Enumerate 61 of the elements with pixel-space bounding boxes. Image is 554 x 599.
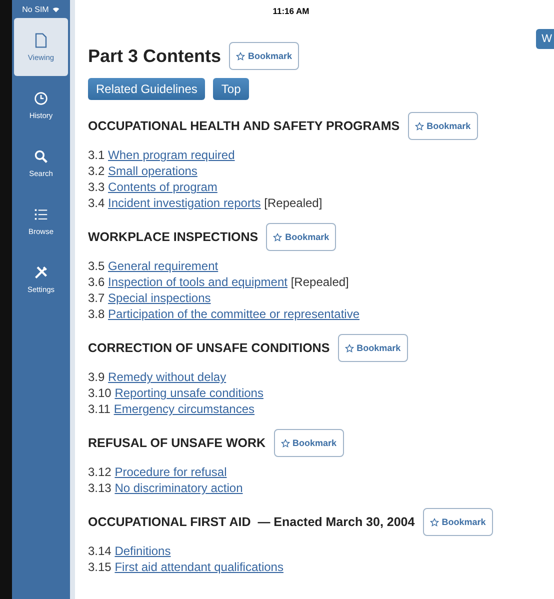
section-link[interactable]: Procedure for refusal bbox=[114, 465, 227, 479]
section-number: 3.12 bbox=[88, 465, 112, 479]
nav-button[interactable]: Related Guidelines bbox=[88, 78, 206, 100]
clock-icon bbox=[34, 90, 48, 106]
repealed-note: [Repealed] bbox=[264, 196, 322, 210]
section-link[interactable]: General requirement bbox=[108, 259, 218, 273]
section-link[interactable]: First aid attendant qualifications bbox=[114, 560, 284, 574]
section-link[interactable]: Participation of the committee or representative bbox=[108, 307, 360, 321]
star-icon bbox=[280, 438, 290, 448]
section-link[interactable]: Definitions bbox=[114, 544, 171, 558]
section-number: 3.9 bbox=[88, 370, 105, 384]
section-heading: OCCUPATIONAL HEALTH AND SAFETY PROGRAMS bbox=[88, 119, 400, 133]
section-link[interactable]: Reporting unsafe conditions bbox=[114, 386, 264, 400]
star-icon bbox=[273, 232, 282, 242]
section-number: 3.6 bbox=[88, 275, 105, 289]
corner-button[interactable]: W bbox=[536, 29, 554, 49]
nav-button[interactable]: Top bbox=[213, 78, 249, 100]
section-link[interactable]: Remedy without delay bbox=[108, 370, 226, 384]
document-icon bbox=[34, 32, 48, 48]
page-title: Part 3 Contents bbox=[88, 46, 222, 66]
section-link[interactable]: Emergency circumstances bbox=[114, 402, 255, 416]
section-number: 3.8 bbox=[88, 307, 105, 321]
star-icon bbox=[344, 344, 354, 352]
section-heading: WORKPLACE INSPECTIONS bbox=[88, 230, 258, 244]
section-link[interactable]: When program required bbox=[108, 148, 235, 162]
list-icon bbox=[34, 206, 48, 222]
bookmark-button[interactable]: Bookmark bbox=[408, 112, 478, 140]
section-heading: CORRECTION OF UNSAFE CONDITIONS bbox=[88, 341, 330, 355]
section-link[interactable]: No discriminatory action bbox=[114, 481, 243, 495]
star-icon bbox=[430, 518, 439, 526]
star-icon bbox=[236, 52, 246, 60]
section-link[interactable]: Contents of program bbox=[108, 180, 218, 194]
section-link[interactable]: Small operations bbox=[108, 164, 198, 178]
section-number: 3.5 bbox=[88, 259, 105, 273]
status-time: 11:16 AM bbox=[272, 5, 310, 18]
bookmark-button[interactable]: Bookmark bbox=[422, 508, 493, 536]
bookmark-button[interactable]: Bookmark bbox=[274, 429, 344, 457]
tools-icon bbox=[34, 264, 48, 280]
section-heading: REFUSAL OF UNSAFE WORK bbox=[88, 436, 266, 450]
section-link[interactable]: Inspection of tools and equipment bbox=[108, 275, 288, 289]
section-number: 3.13 bbox=[88, 481, 112, 495]
section-number: 3.1 bbox=[88, 148, 105, 162]
bookmark-button[interactable]: Bookmark bbox=[338, 334, 408, 362]
repealed-note: [Repealed] bbox=[290, 275, 349, 289]
bookmark-button[interactable]: Bookmark bbox=[266, 223, 336, 251]
section-number: 3.11 bbox=[88, 402, 110, 416]
section-number: 3.3 bbox=[88, 180, 105, 194]
star-icon bbox=[414, 122, 424, 130]
section-number: 3.15 bbox=[88, 560, 112, 574]
section-number: 3.10 bbox=[88, 386, 112, 400]
section-number: 3.14 bbox=[88, 544, 112, 558]
section-number: 3.7 bbox=[88, 291, 105, 305]
section-link[interactable]: Incident investigation reports bbox=[108, 196, 261, 210]
carrier-label: No SIM bbox=[22, 4, 49, 14]
section-number: 3.4 bbox=[88, 196, 105, 210]
section-link[interactable]: Special inspections bbox=[108, 291, 211, 305]
section-heading: OCCUPATIONAL FIRST AID — Enacted March 30, 2004 bbox=[88, 515, 415, 529]
wifi-icon bbox=[52, 6, 60, 12]
section-number: 3.2 bbox=[88, 164, 105, 178]
bookmark-button[interactable]: Bookmark bbox=[229, 42, 300, 70]
search-icon bbox=[34, 148, 48, 164]
